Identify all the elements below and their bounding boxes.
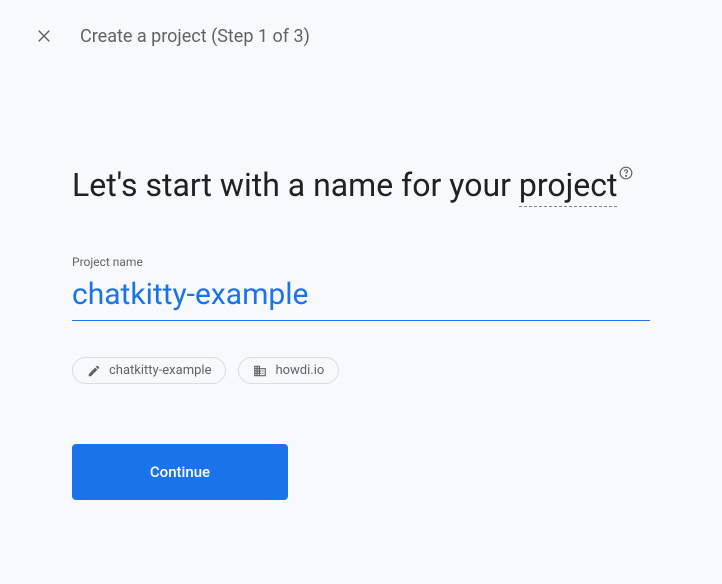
project-name-input[interactable] <box>72 273 650 321</box>
organization-chip-label: howdi.io <box>275 363 324 378</box>
organization-chip[interactable]: howdi.io <box>238 357 339 384</box>
page-heading: Let's start with a name for your project <box>72 164 650 207</box>
dialog-header: Create a project (Step 1 of 3) <box>0 0 722 64</box>
dialog-content: Let's start with a name for your project… <box>0 64 722 500</box>
project-name-label: Project name <box>72 255 650 269</box>
heading-text: Let's start with a name for your <box>72 166 519 204</box>
continue-button[interactable]: Continue <box>72 444 288 500</box>
dialog-title: Create a project (Step 1 of 3) <box>80 26 310 47</box>
close-button[interactable] <box>32 24 56 48</box>
pencil-icon <box>87 364 101 378</box>
project-id-chip-label: chatkitty-example <box>109 363 211 378</box>
help-icon[interactable] <box>619 164 633 186</box>
chips-row: chatkitty-example howdi.io <box>72 357 650 384</box>
heading-underlined-term[interactable]: project <box>519 166 618 207</box>
project-id-chip[interactable]: chatkitty-example <box>72 357 226 384</box>
domain-icon <box>253 364 267 378</box>
project-name-field: Project name <box>72 255 650 321</box>
close-icon <box>36 28 52 44</box>
